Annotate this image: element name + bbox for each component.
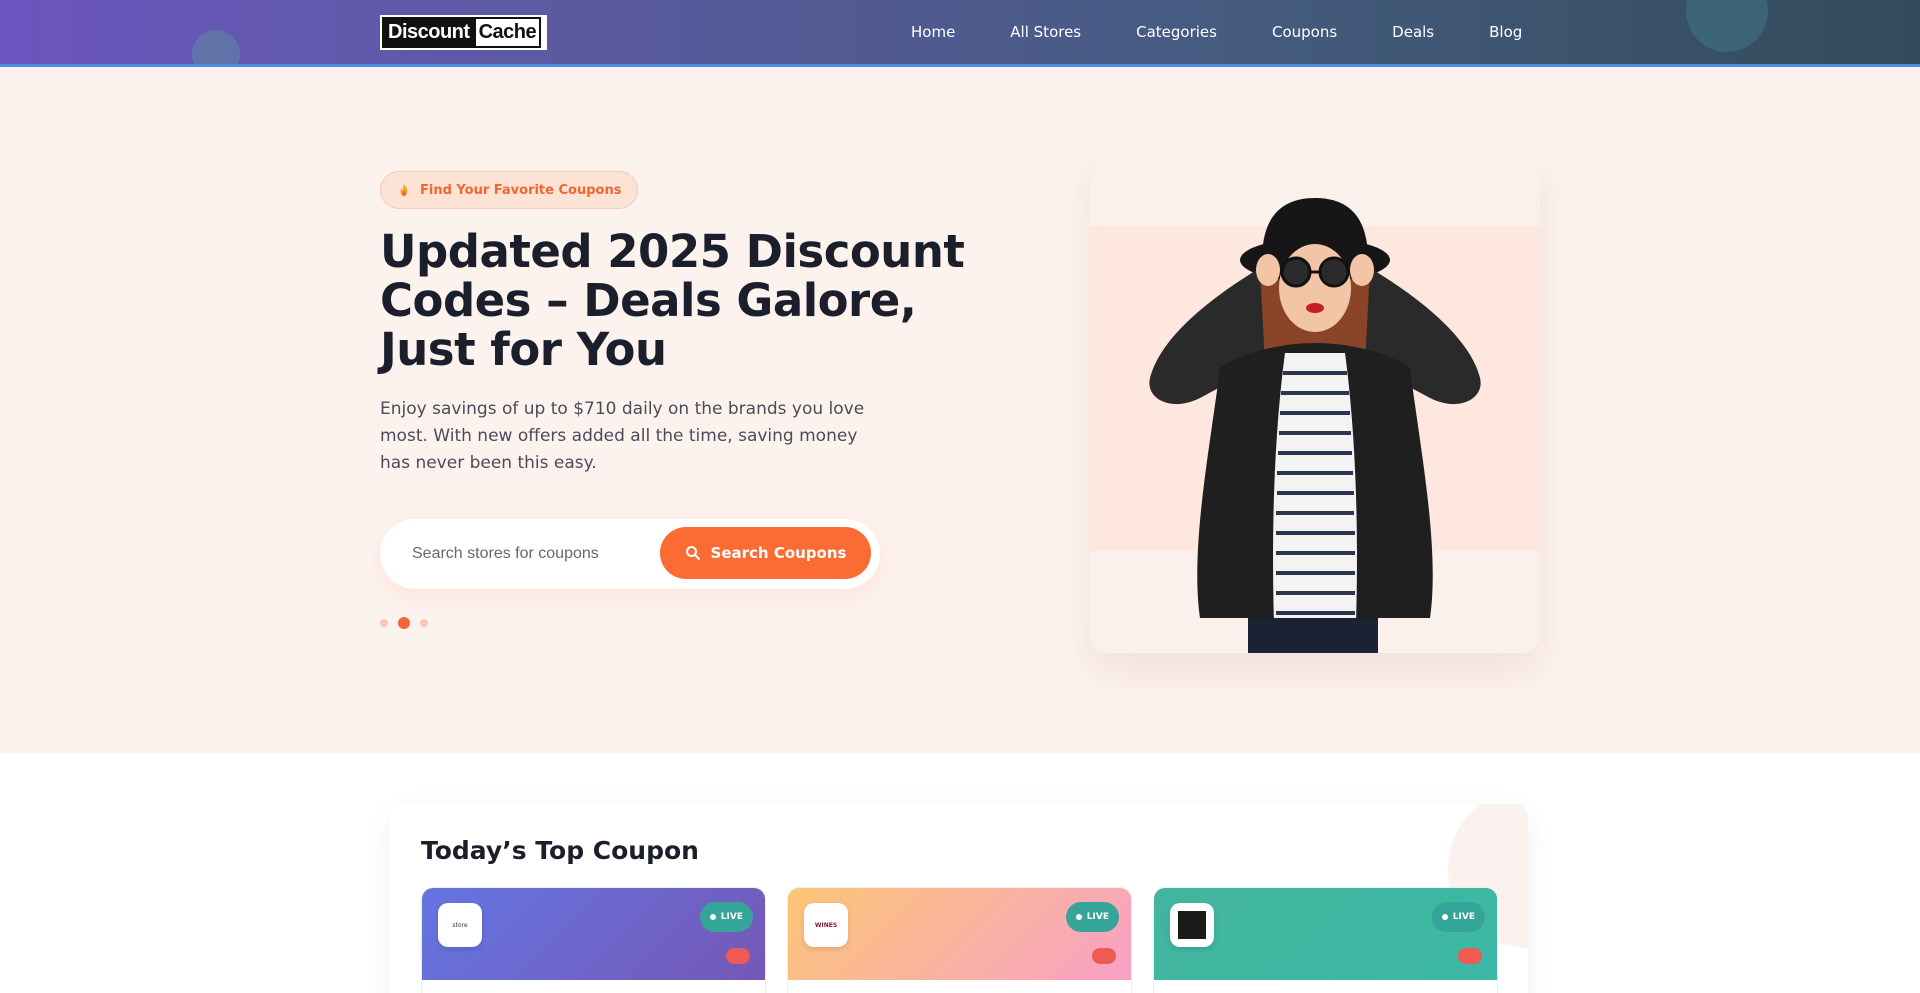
store-logo: WINES — [804, 903, 848, 947]
live-dot-icon — [709, 914, 716, 920]
discount-pill — [726, 948, 750, 964]
store-logo-text: store — [452, 921, 468, 929]
live-badge: LIVE — [1065, 902, 1119, 932]
nav-blog[interactable]: Blog — [1489, 23, 1522, 41]
live-badge: LIVE — [1431, 902, 1485, 932]
carousel-dot[interactable] — [420, 619, 428, 627]
coupon-card[interactable]: store LIVE — [421, 887, 766, 993]
search-icon — [685, 546, 700, 560]
site-header: Discount Cache Home All Stores Categorie… — [0, 0, 1920, 67]
top-coupons-section: Today’s Top Coupon store LIVE WINES LIVE… — [390, 804, 1528, 993]
woman-in-leather-jacket-photo — [1090, 198, 1540, 653]
logo-text-cache: Cache — [475, 17, 542, 48]
flame-icon — [400, 183, 408, 197]
hero-badge: Find Your Favorite Coupons — [380, 171, 639, 209]
decorative-blob — [192, 30, 240, 64]
live-badge: LIVE — [699, 902, 753, 932]
nav-all-stores[interactable]: All Stores — [1010, 23, 1081, 41]
nav-deals[interactable]: Deals — [1392, 23, 1434, 41]
discount-pill — [1092, 948, 1116, 964]
coupon-search-form: Search Coupons — [380, 519, 880, 589]
carousel-dot[interactable] — [380, 619, 388, 627]
store-search-input[interactable] — [412, 539, 632, 569]
live-badge-label: LIVE — [1452, 912, 1475, 922]
hero-image — [1090, 148, 1540, 653]
hero-subtitle: Enjoy savings of up to $710 daily on the… — [380, 399, 865, 473]
search-button-label: Search Coupons — [710, 544, 847, 562]
live-dot-icon — [1441, 914, 1448, 920]
discount-pill — [1458, 948, 1482, 964]
site-logo[interactable]: Discount Cache — [380, 15, 547, 50]
hero-badge-label: Find Your Favorite Coupons — [420, 182, 622, 198]
live-dot-icon — [1075, 914, 1082, 920]
store-logo-mark — [1178, 911, 1206, 939]
hero-section: Find Your Favorite Coupons Updated 2025 … — [0, 67, 1920, 753]
nav-categories[interactable]: Categories — [1136, 23, 1217, 41]
nav-home[interactable]: Home — [911, 23, 955, 41]
carousel-dots — [380, 617, 428, 629]
section-title: Today’s Top Coupon — [421, 836, 699, 865]
coupon-card[interactable]: LIVE — [1153, 887, 1498, 993]
store-logo — [1170, 903, 1214, 947]
store-logo: store — [438, 903, 482, 947]
carousel-dot-active[interactable] — [398, 617, 410, 629]
live-badge-label: LIVE — [720, 912, 743, 922]
store-logo-text: WINES — [814, 921, 838, 929]
nav-coupons[interactable]: Coupons — [1272, 23, 1337, 41]
coupon-card[interactable]: WINES LIVE — [787, 887, 1132, 993]
live-badge-label: LIVE — [1086, 912, 1109, 922]
hero-title: Updated 2025 Discount Codes – Deals Galo… — [380, 225, 965, 376]
decorative-blob — [1686, 0, 1768, 52]
search-coupons-button[interactable]: Search Coupons — [660, 527, 871, 579]
main-nav: Home All Stores Categories Coupons Deals… — [911, 0, 1577, 64]
logo-text-discount: Discount — [382, 17, 476, 48]
